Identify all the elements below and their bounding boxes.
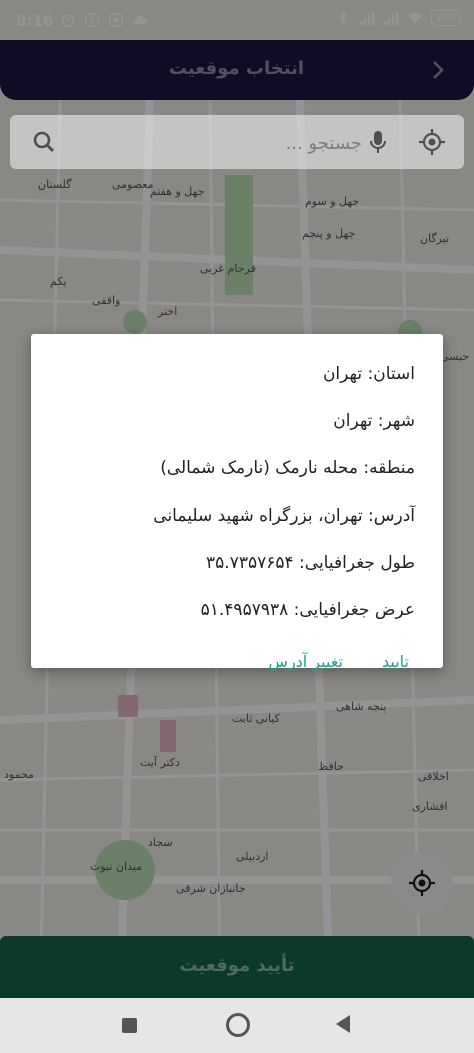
longitude-text: طول جغرافیایی: ۳۵.۷۳۵۷۶۵۴ bbox=[206, 553, 415, 573]
confirm-location-label: تأیید موقعیت bbox=[179, 955, 295, 976]
system-nav-bar bbox=[0, 998, 474, 1053]
address-text: آدرس: تهران، بزرگراه شهید سلیمانی bbox=[153, 506, 415, 526]
region-text: منطقه: محله نارمک (نارمک شمالی) bbox=[160, 458, 415, 478]
my-location-icon[interactable] bbox=[418, 128, 446, 156]
my-location-button[interactable] bbox=[391, 852, 453, 914]
back-nav-button[interactable] bbox=[336, 1015, 350, 1033]
microphone-icon[interactable] bbox=[366, 129, 390, 155]
confirm-location-button[interactable]: تأیید موقعیت bbox=[0, 936, 474, 998]
change-address-button[interactable]: تغییر آدرس bbox=[268, 652, 343, 671]
province-text: استان: تهران bbox=[322, 364, 415, 384]
search-bar bbox=[10, 115, 464, 171]
city-text: شهر: تهران bbox=[333, 411, 415, 431]
recents-button[interactable] bbox=[122, 1018, 137, 1033]
latitude-text: عرض جغرافیایی: ۵۱.۴۹۵۷۹۳۸ bbox=[200, 600, 415, 620]
search-icon[interactable] bbox=[32, 130, 56, 154]
home-button[interactable] bbox=[226, 1013, 250, 1037]
confirm-button[interactable]: تایید bbox=[382, 652, 409, 671]
address-dialog: استان: تهران شهر: تهران منطقه: محله نارم… bbox=[31, 334, 443, 671]
search-input[interactable] bbox=[70, 115, 364, 171]
my-location-icon bbox=[409, 870, 435, 896]
